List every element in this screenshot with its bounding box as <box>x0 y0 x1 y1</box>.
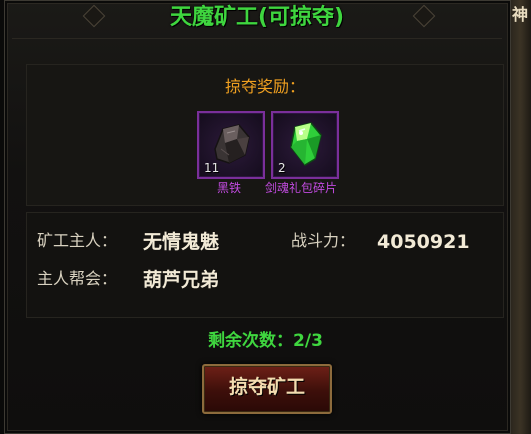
reward-item-name: 黑铁 <box>217 181 242 195</box>
black-iron-ore-icon <box>214 124 250 164</box>
guild-label: 主人帮会： <box>37 269 118 288</box>
combat-power-label: 战斗力： <box>291 231 356 250</box>
guild-name: 葫芦兄弟 <box>143 269 220 291</box>
dialog-title: 天魔矿工(可掠夺) <box>169 5 345 30</box>
item-count: 2 <box>278 161 286 175</box>
reward-item-slot-black-iron[interactable]: 11 <box>197 111 265 179</box>
green-crystal-shard-icon <box>290 122 322 166</box>
dialog-title-bar: 天魔矿工(可掠夺) <box>12 0 502 39</box>
item-count: 11 <box>204 161 220 175</box>
adjacent-panel-edge <box>510 0 531 434</box>
reward-item-slot-sword-soul-fragment[interactable]: 2 <box>271 111 339 179</box>
plunder-reward-panel: 掠夺奖励： 11 2 黑铁 剑魂礼包碎片 <box>26 64 504 206</box>
owner-name: 无情鬼魅 <box>143 231 220 253</box>
miner-info-panel: 矿工主人： 无情鬼魅 战斗力： 4050921 主人帮会： 葫芦兄弟 <box>26 212 504 318</box>
plunder-miner-button[interactable]: 掠夺矿工 <box>202 364 332 414</box>
remaining-attempts: 剩余次数：2/3 <box>208 331 323 351</box>
reward-title: 掠夺奖励： <box>224 77 305 96</box>
combat-power-value: 4050921 <box>377 231 470 253</box>
game-screen: 神 天魔矿工(可掠夺) 掠夺奖励： 11 2 黑铁 剑魂礼包碎片 矿工主人： 无… <box>0 0 531 434</box>
reward-item-name: 剑魂礼包碎片 <box>265 181 338 195</box>
adjacent-panel-title-char: 神 <box>512 5 529 24</box>
owner-label: 矿工主人： <box>37 231 118 250</box>
